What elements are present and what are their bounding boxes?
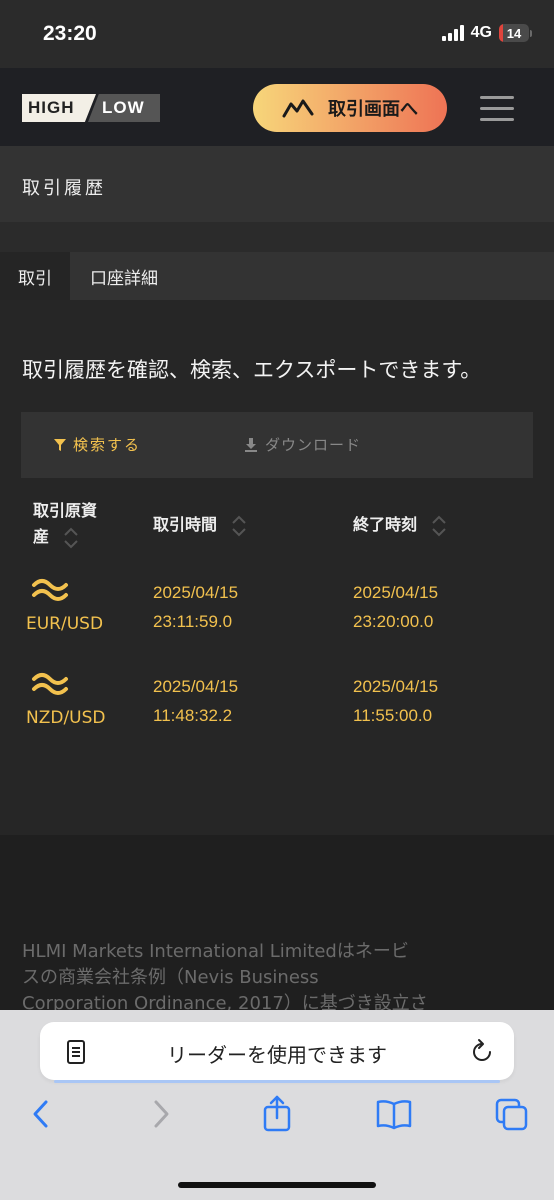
filter-icon xyxy=(54,438,66,451)
legal-notice: HLMI Markets International Limitedはネービ ス… xyxy=(22,939,542,1017)
forward-icon[interactable] xyxy=(150,1098,172,1130)
page-title: 取引履歴 xyxy=(22,178,106,199)
trade-history-panel: 取引履歴を確認、検索、エクスポートできます。 検索する ダウンロード 取引原資 … xyxy=(0,300,554,835)
column-header-asset-line2: 産 xyxy=(33,527,50,546)
sort-icon xyxy=(63,527,78,548)
table-row[interactable]: EUR/USD 2025/04/15 23:11:59.0 2025/04/15… xyxy=(0,575,554,665)
end-date: 2025/04/15 xyxy=(353,677,439,696)
logo-high: HIGH xyxy=(22,94,96,122)
home-indicator xyxy=(178,1182,376,1188)
trade-time: 23:11:59.0 xyxy=(153,612,233,631)
column-header-asset[interactable]: 取引原資 産 xyxy=(33,498,97,550)
browser-nav-bar xyxy=(0,1095,554,1148)
currency-pair-icon xyxy=(32,673,68,695)
signal-icon xyxy=(441,25,464,41)
battery-cap xyxy=(530,29,532,37)
column-header-end-time[interactable]: 終了時刻 xyxy=(353,511,447,537)
highlow-logo[interactable]: HIGH LOW xyxy=(22,94,160,122)
sort-icon xyxy=(431,515,446,536)
reader-banner-text: リーダーを使用できます xyxy=(167,1043,387,1067)
browser-toolbar: リーダーを使用できます xyxy=(0,1010,554,1200)
table-row[interactable]: NZD/USD 2025/04/15 11:48:32.2 2025/04/15… xyxy=(0,669,554,759)
menu-icon[interactable] xyxy=(480,96,514,129)
reader-banner[interactable]: リーダーを使用できます xyxy=(40,1022,514,1083)
column-header-trade-time-label: 取引時間 xyxy=(153,515,218,534)
bookmarks-icon[interactable] xyxy=(375,1098,413,1130)
logo-low: LOW xyxy=(88,94,160,122)
column-header-asset-line1: 取引原資 xyxy=(33,501,98,520)
trade-date: 2025/04/15 xyxy=(153,677,239,696)
site-header: HIGH LOW 取引画面へ xyxy=(0,68,554,146)
currency-pair-icon xyxy=(32,579,68,601)
page-load-progress xyxy=(54,1080,500,1083)
share-icon[interactable] xyxy=(262,1094,292,1132)
site-footer: HLMI Markets International Limitedはネービ ス… xyxy=(0,835,554,1014)
asset-label: EUR/USD xyxy=(26,614,104,634)
end-date: 2025/04/15 xyxy=(353,583,439,602)
status-bar: 23:20 4G 14 xyxy=(0,0,554,68)
download-icon xyxy=(245,437,257,452)
column-header-end-time-label: 終了時刻 xyxy=(353,515,418,534)
tab-account-details[interactable]: 口座詳細 xyxy=(90,252,158,300)
legal-notice-line: HLMI Markets International Limitedはネービ xyxy=(22,941,409,962)
download-button[interactable]: ダウンロード xyxy=(243,434,361,455)
status-time: 23:20 xyxy=(43,22,97,45)
tab-trades[interactable]: 取引 xyxy=(0,252,70,300)
trade-date: 2025/04/15 xyxy=(153,583,239,602)
end-time: 23:20:00.0 xyxy=(353,612,434,631)
column-header-trade-time[interactable]: 取引時間 xyxy=(153,511,247,537)
download-label: ダウンロード xyxy=(265,436,362,454)
tab-bar: 取引 口座詳細 xyxy=(0,252,554,300)
legal-notice-line: スの商業会社条例（Nevis Business xyxy=(22,967,319,988)
trade-time: 11:48:32.2 xyxy=(153,706,233,725)
trade-screen-label: 取引画面へ xyxy=(328,99,418,120)
trade-screen-button[interactable]: 取引画面へ xyxy=(253,84,447,132)
battery-icon: 14 xyxy=(499,24,529,42)
description-text: 取引履歴を確認、検索、エクスポートできます。 xyxy=(22,358,482,382)
battery-percent: 14 xyxy=(506,25,522,41)
chart-line-icon xyxy=(282,99,314,118)
tabs-icon[interactable] xyxy=(495,1098,529,1132)
page-title-bar: 取引履歴 xyxy=(0,146,554,222)
sort-icon xyxy=(231,515,246,536)
reload-icon[interactable] xyxy=(470,1038,494,1064)
end-time: 11:55:00.0 xyxy=(353,706,433,725)
back-icon[interactable] xyxy=(30,1098,52,1130)
search-button[interactable]: 検索する xyxy=(53,434,141,455)
network-type: 4G xyxy=(470,24,492,41)
search-label: 検索する xyxy=(73,436,142,454)
status-indicators: 4G 14 xyxy=(441,24,532,42)
history-toolbar: 検索する ダウンロード xyxy=(21,412,533,478)
asset-label: NZD/USD xyxy=(26,708,106,728)
